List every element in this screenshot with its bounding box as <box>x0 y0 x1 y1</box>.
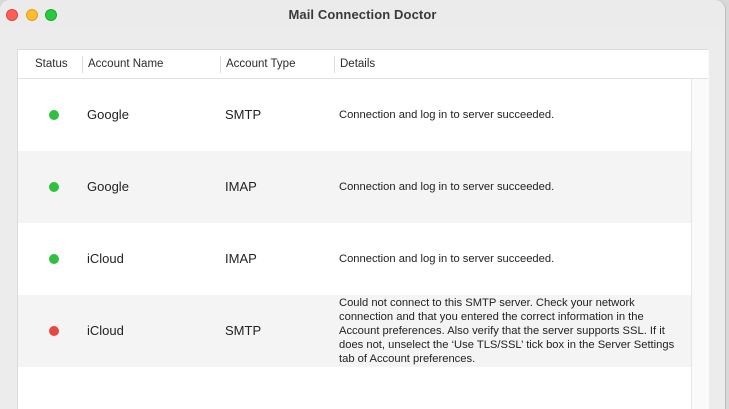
status-indicator <box>49 110 59 120</box>
column-divider[interactable] <box>82 56 83 73</box>
title-bar: Mail Connection Doctor <box>0 0 725 30</box>
account-name-cell: Google <box>87 179 129 194</box>
column-divider[interactable] <box>334 56 335 73</box>
table-row[interactable]: iCloud SMTP Could not connect to this SM… <box>18 295 691 367</box>
column-divider[interactable] <box>220 56 221 73</box>
account-type-cell: IMAP <box>225 251 257 266</box>
table-row[interactable]: Google SMTP Connection and log in to ser… <box>18 79 691 151</box>
status-indicator <box>49 182 59 192</box>
details-cell: Connection and log in to server succeede… <box>339 181 555 193</box>
connection-table: Status Account Name Account Type Details… <box>17 49 709 409</box>
account-type-cell: IMAP <box>225 179 257 194</box>
account-type-cell: SMTP <box>225 323 262 338</box>
status-indicator <box>49 254 59 264</box>
details-cell: Connection and log in to server succeede… <box>339 109 555 121</box>
account-name-cell: iCloud <box>87 323 124 338</box>
header-corner <box>691 50 708 79</box>
account-name-cell: Google <box>87 107 129 122</box>
account-type-cell: SMTP <box>225 107 262 122</box>
account-name-cell: iCloud <box>87 251 124 266</box>
details-cell: Could not connect to this SMTP server. C… <box>339 297 675 365</box>
mail-connection-doctor-window: Mail Connection Doctor Status Account Na… <box>0 0 725 409</box>
column-header-account-name[interactable]: Account Name <box>88 50 163 78</box>
column-header-details[interactable]: Details <box>340 50 375 78</box>
details-cell: Connection and log in to server succeede… <box>339 253 555 265</box>
table-row[interactable]: Google IMAP Connection and log in to ser… <box>18 151 691 223</box>
status-indicator <box>49 326 59 336</box>
table-header: Status Account Name Account Type Details <box>18 50 691 79</box>
table-row[interactable]: iCloud IMAP Connection and log in to ser… <box>18 223 691 295</box>
column-header-account-type[interactable]: Account Type <box>226 50 295 78</box>
window-title: Mail Connection Doctor <box>288 7 437 22</box>
column-header-status[interactable]: Status <box>35 50 68 78</box>
vertical-scrollbar[interactable] <box>691 50 709 409</box>
